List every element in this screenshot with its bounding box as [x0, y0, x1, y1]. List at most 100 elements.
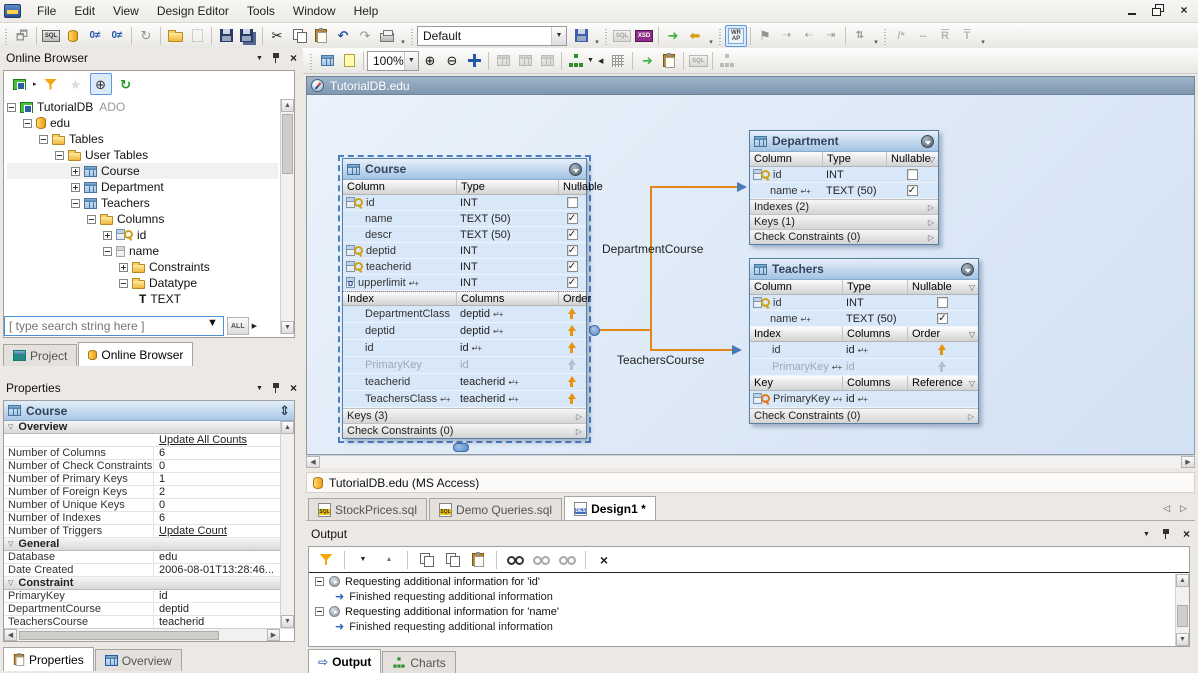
- toolbar-grip[interactable]: [718, 27, 723, 45]
- section-overview[interactable]: ▽Overview: [4, 421, 294, 434]
- ascending-order-icon[interactable]: [937, 344, 948, 356]
- nullable-checkbox[interactable]: [567, 261, 578, 272]
- menu-tools[interactable]: Tools: [239, 1, 283, 21]
- block-comment-icon[interactable]: /*: [890, 25, 912, 47]
- region-icon[interactable]: R: [934, 25, 956, 47]
- collapse-table-icon[interactable]: [961, 263, 974, 276]
- expand-badge-icon[interactable]: [493, 308, 502, 320]
- index-row[interactable]: TeachersClass teacherid: [343, 391, 586, 408]
- data-inspector-icon[interactable]: 0≠: [84, 25, 106, 47]
- nullable-checkbox[interactable]: [567, 197, 578, 208]
- expand-badge-icon[interactable]: [440, 393, 449, 405]
- tree-item-id-column[interactable]: id: [7, 227, 278, 243]
- scroll-down-icon[interactable]: ▼: [281, 321, 294, 334]
- expand-badge-icon[interactable]: [493, 325, 502, 337]
- nullable-checkbox[interactable]: [567, 213, 578, 224]
- nullable-checkbox[interactable]: [907, 169, 918, 180]
- new-connection-icon[interactable]: [8, 73, 30, 95]
- find-previous-icon[interactable]: [530, 549, 552, 571]
- nullable-checkbox[interactable]: [937, 297, 948, 308]
- copy-message-icon[interactable]: [415, 549, 437, 571]
- save-all-icon[interactable]: [237, 25, 259, 47]
- menu-edit[interactable]: Edit: [66, 1, 103, 21]
- refresh-icon[interactable]: ↻: [115, 73, 137, 95]
- close-button[interactable]: ×: [1176, 3, 1192, 17]
- menu-help[interactable]: Help: [346, 1, 387, 21]
- column-row[interactable]: id INT: [750, 295, 978, 311]
- tab-scroll-left-icon[interactable]: ◁: [1163, 503, 1170, 514]
- copy-icon[interactable]: [288, 25, 310, 47]
- panel-menu-icon[interactable]: ▼: [1143, 531, 1150, 538]
- ascending-order-icon[interactable]: [567, 325, 578, 337]
- nullable-checkbox[interactable]: [567, 245, 578, 256]
- tab-overview[interactable]: Overview: [95, 649, 182, 671]
- open-file-icon[interactable]: [164, 25, 186, 47]
- tab-design1[interactable]: Design1 *: [564, 496, 656, 520]
- output-message[interactable]: Requesting additional information for 'i…: [309, 574, 1174, 589]
- toggle-retain-icon[interactable]: ⇅: [849, 25, 871, 47]
- index-row[interactable]: id id: [750, 342, 978, 359]
- design-editor-icon[interactable]: [62, 25, 84, 47]
- remove-table-icon[interactable]: [514, 50, 536, 72]
- collapse-table-icon[interactable]: [569, 163, 582, 176]
- tab-online-browser[interactable]: Online Browser: [78, 342, 193, 366]
- course-selection-handle[interactable]: [453, 443, 469, 452]
- new-table-icon[interactable]: [316, 50, 338, 72]
- target-icon[interactable]: T: [956, 25, 978, 47]
- sql-editor-icon[interactable]: SQL: [40, 25, 62, 47]
- properties-vertical-scrollbar[interactable]: ▲ ▼: [280, 421, 294, 628]
- validate-design-icon[interactable]: [658, 50, 680, 72]
- relation-connector-dot[interactable]: [589, 325, 600, 336]
- tree-item-tables[interactable]: Tables: [7, 131, 278, 147]
- canvas-horizontal-scrollbar[interactable]: ◀ ▶: [306, 455, 1195, 468]
- import-icon[interactable]: ⬅: [684, 25, 706, 47]
- tab-scroll-right-icon[interactable]: ▷: [1180, 503, 1187, 514]
- relation-line[interactable]: [652, 186, 738, 188]
- index-row[interactable]: deptid deptid: [343, 323, 586, 340]
- locate-object-icon[interactable]: ⊕: [90, 73, 112, 95]
- cut-icon[interactable]: ✂: [266, 25, 288, 47]
- update-all-counts-link[interactable]: Update All Counts: [154, 434, 294, 446]
- tree-item-connection[interactable]: TutorialDBADO: [7, 99, 278, 115]
- toolbar-overflow-icon[interactable]: ▾: [871, 38, 881, 48]
- menu-design-editor[interactable]: Design Editor: [149, 1, 237, 21]
- favorites-icon[interactable]: ★: [65, 73, 87, 95]
- column-row[interactable]: name TEXT (50): [750, 311, 978, 327]
- filter-icon[interactable]: ▽: [969, 283, 975, 292]
- export-design-icon[interactable]: ➜: [636, 50, 658, 72]
- column-row[interactable]: name TEXT (50): [343, 211, 586, 227]
- design-canvas[interactable]: DepartmentCourse TeachersCourse Course C…: [306, 95, 1195, 455]
- collapse-table-icon[interactable]: [921, 135, 934, 148]
- column-row[interactable]: id INT: [750, 167, 938, 183]
- collapse-icon[interactable]: [119, 279, 128, 288]
- output-vertical-scrollbar[interactable]: ▲ ▼: [1175, 574, 1189, 646]
- column-row[interactable]: name TEXT (50): [750, 183, 938, 199]
- collapse-all-icon[interactable]: ◀: [598, 57, 603, 65]
- menu-file[interactable]: File: [29, 1, 64, 21]
- expand-section-icon[interactable]: ▷: [968, 412, 974, 421]
- collapse-icon[interactable]: [315, 607, 324, 616]
- relation-label-teacherscourse[interactable]: TeachersCourse: [617, 353, 704, 367]
- filter-icon[interactable]: ▽: [577, 295, 583, 304]
- course-table[interactable]: Course Column Type Nullable ▽ id INT nam…: [342, 158, 587, 439]
- xsd-schema-icon[interactable]: XSD: [633, 25, 655, 47]
- zoom-combobox[interactable]: 100% ▼: [367, 51, 419, 71]
- scroll-right-icon[interactable]: ▶: [1181, 456, 1195, 468]
- bookmark-icon[interactable]: ⚑: [754, 25, 776, 47]
- scrollbar-thumb[interactable]: [282, 114, 293, 174]
- restore-button[interactable]: [1150, 3, 1166, 17]
- previous-message-icon[interactable]: ▲: [378, 549, 400, 571]
- section-constraint[interactable]: ▽Constraint: [4, 577, 294, 590]
- reload-file-icon[interactable]: [186, 25, 208, 47]
- nullable-checkbox[interactable]: [567, 277, 578, 288]
- section-general[interactable]: ▽General: [4, 538, 294, 551]
- department-table[interactable]: Department Column Type Nullable ▽ id INT…: [749, 130, 939, 245]
- word-wrap-icon[interactable]: WRAP: [725, 25, 747, 47]
- line-comment-icon[interactable]: --: [912, 25, 934, 47]
- search-scope-button[interactable]: ALL: [227, 317, 249, 335]
- teachers-table-header[interactable]: Teachers: [750, 259, 978, 280]
- teachers-table[interactable]: Teachers Column Type Nullable ▽ id INT n…: [749, 258, 979, 424]
- collapse-icon[interactable]: [103, 247, 112, 256]
- index-row[interactable]: PrimaryKey id: [343, 357, 586, 374]
- expand-icon[interactable]: [103, 231, 112, 240]
